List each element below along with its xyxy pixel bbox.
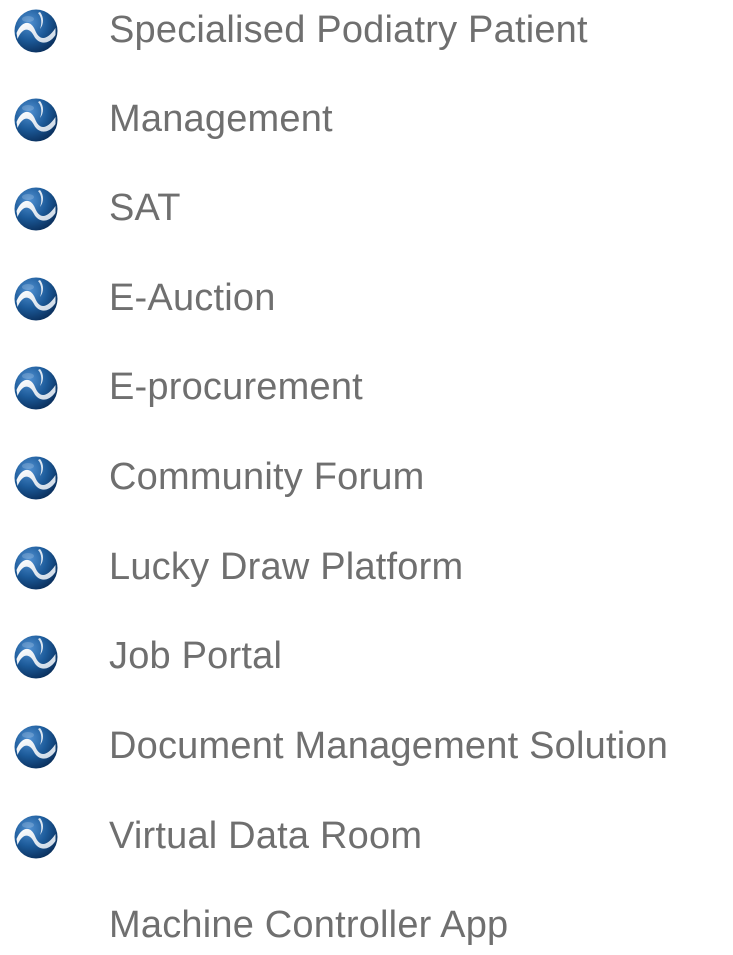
list-item-label: SAT [109,187,181,229]
wave-logo-icon [13,276,59,322]
list-item-label: Document Management Solution [109,725,669,767]
list-item: E-Auction [0,268,733,328]
list-item-label: E-Auction [109,277,276,319]
list-item: Machine Controller App [0,895,733,955]
list-item-label: Management [109,98,333,140]
list-item: Community Forum [0,447,733,507]
wave-logo-icon [13,365,59,411]
list-item: Specialised Podiatry Patient [0,0,733,60]
list-item-label: Specialised Podiatry Patient [109,9,588,51]
list-item-label: Virtual Data Room [109,815,423,857]
wave-logo-icon [13,97,59,143]
list-item-label: Lucky Draw Platform [109,546,464,588]
list-item-label: Machine Controller App [109,904,509,946]
list-item: Job Portal [0,626,733,686]
wave-logo-icon [13,8,59,54]
list-item: Management [0,89,733,149]
wave-logo-icon [13,814,59,860]
wave-logo-icon [13,186,59,232]
wave-logo-icon [13,724,59,770]
list-item: Lucky Draw Platform [0,537,733,597]
list-item-label: Job Portal [109,635,283,677]
list-item: E-procurement [0,357,733,417]
wave-logo-icon [13,545,59,591]
list-item-label: E-procurement [109,366,363,408]
wave-logo-icon [13,634,59,680]
wave-logo-icon [13,455,59,501]
list-item: Virtual Data Room [0,806,733,866]
list-item-label: Community Forum [109,456,425,498]
list-item: Document Management Solution [0,716,733,776]
list-item: SAT [0,178,733,238]
